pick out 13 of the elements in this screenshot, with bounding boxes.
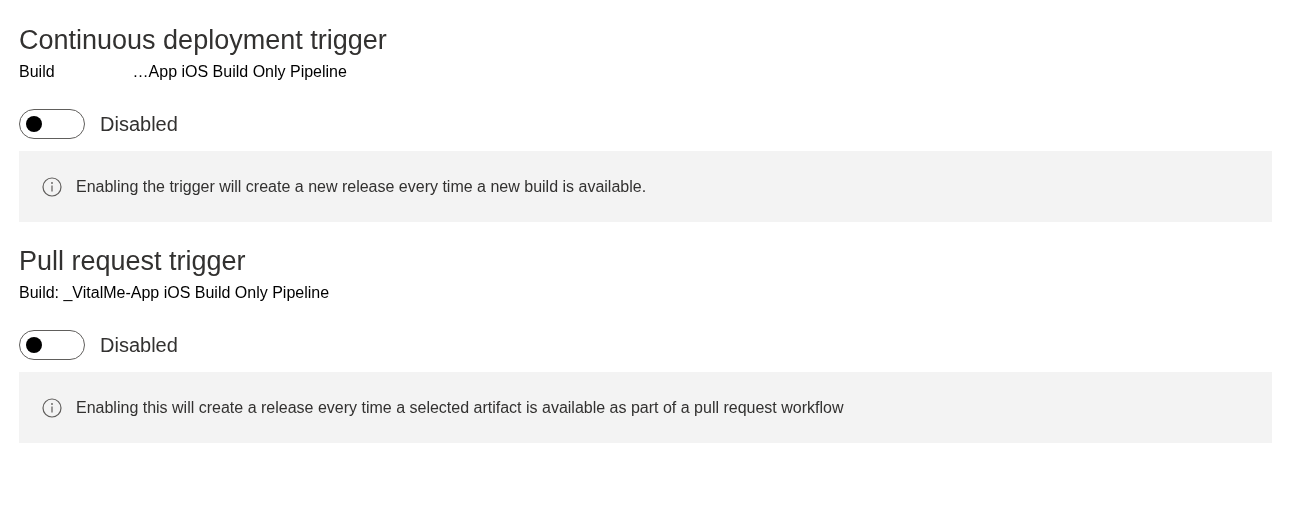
section-title: Pull request trigger [19,245,247,278]
toggle-switch[interactable] [19,330,85,360]
info-message: Enabling the trigger will create a new release every time a new build is available. [76,176,647,197]
build-label: Build: _VitalMe-App iOS Build Only Pipeline [19,283,330,303]
section-title: Continuous deployment trigger [19,24,388,57]
info-message: Enabling this will create a release every time a selected artifact is available as part of a pull request workflow [76,397,844,418]
pipeline-name: …App iOS Build Only Pipeline [132,62,347,82]
toggle-label: Disabled [100,112,178,137]
toggle-switch[interactable] [19,109,85,139]
info-icon [42,397,62,418]
info-icon [42,176,62,197]
toggle-label: Disabled [100,333,178,358]
build-label: Build [19,62,55,82]
